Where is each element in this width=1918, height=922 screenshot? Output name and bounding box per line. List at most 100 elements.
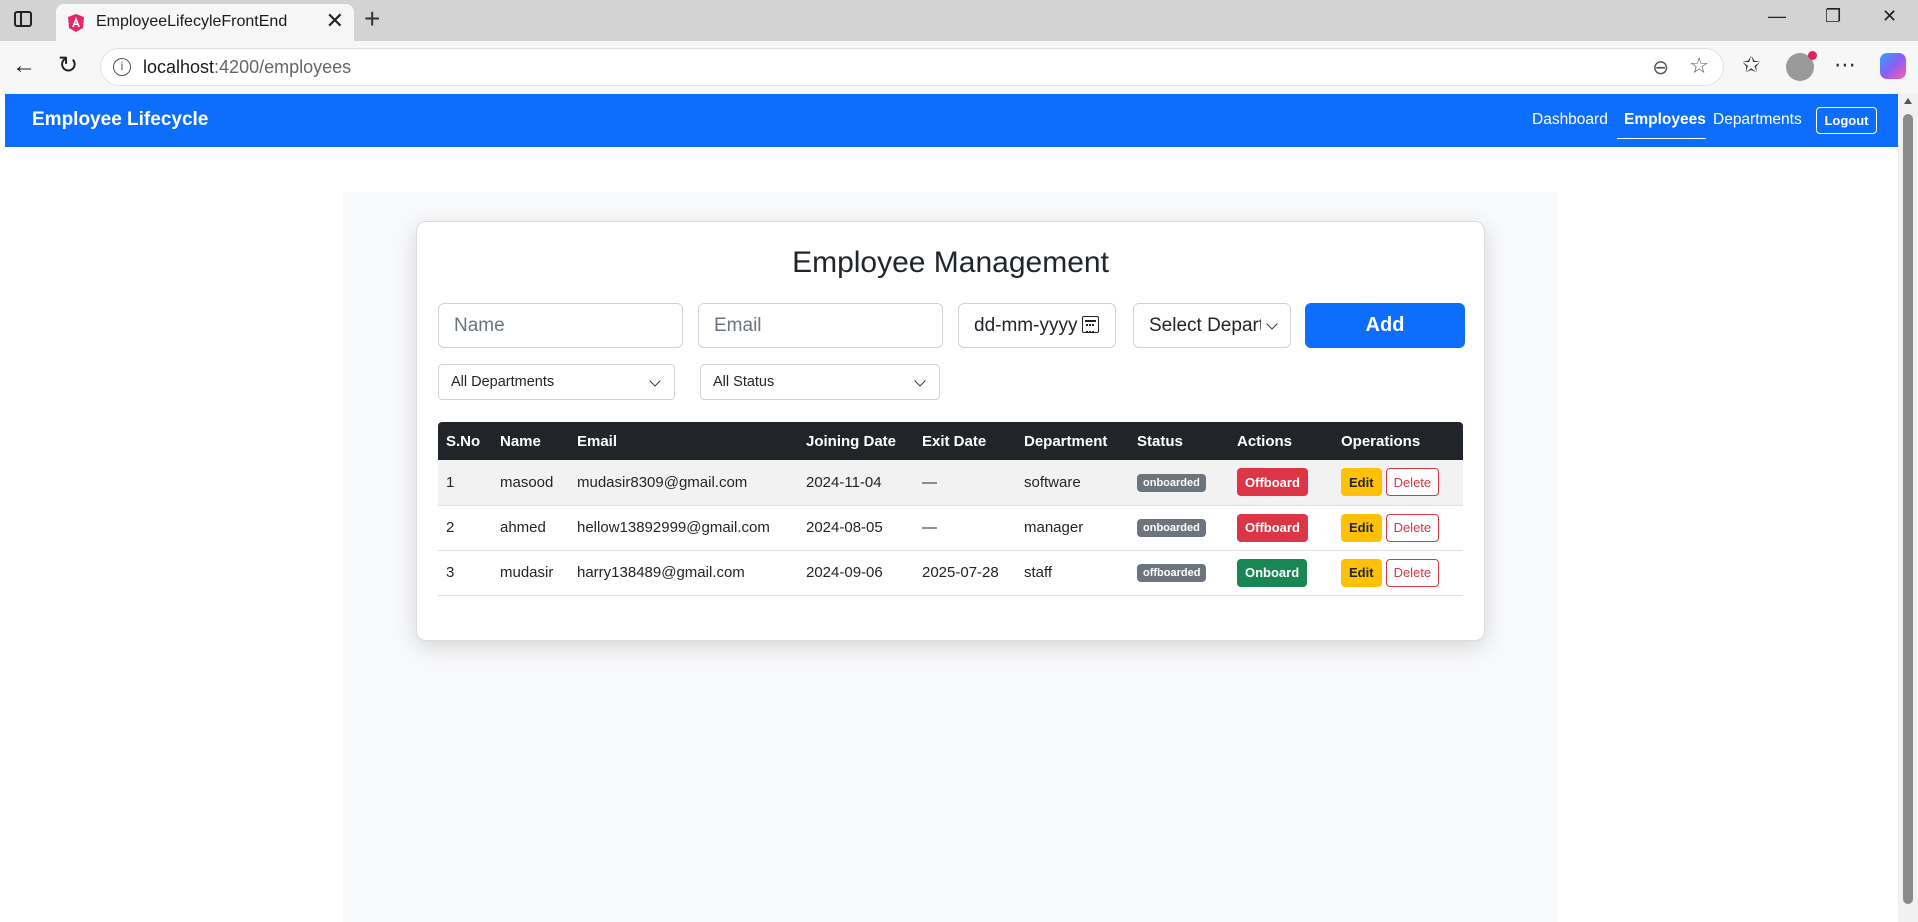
window-close-icon[interactable]: ✕: [1882, 6, 1897, 27]
status-badge: offboarded: [1137, 564, 1207, 582]
offboard-button[interactable]: Offboard: [1237, 513, 1308, 542]
operations-cell: Edit Delete: [1333, 460, 1463, 506]
scroll-up-icon[interactable]: [1904, 98, 1912, 104]
department-select[interactable]: Select Department: [1133, 303, 1291, 348]
employee-table: S.No Name Email Joining Date Exit Date D…: [438, 422, 1463, 596]
profile-avatar[interactable]: [1786, 51, 1817, 81]
department-cell: staff: [1016, 550, 1129, 596]
email-input[interactable]: [698, 303, 943, 348]
status-badge: onboarded: [1137, 473, 1206, 492]
operations-cell: Edit Delete: [1333, 505, 1463, 551]
department-cell: manager: [1016, 505, 1129, 551]
favorite-star-icon[interactable]: ☆: [1689, 53, 1709, 79]
url-field[interactable]: i localhost:4200/employees ⊖ ☆: [100, 48, 1724, 86]
name-cell: ahmed: [492, 505, 569, 551]
date-placeholder: dd-mm-yyyy: [974, 315, 1078, 336]
brand-title[interactable]: Employee Lifecycle: [32, 109, 208, 131]
table-row: 2 ahmed hellow13892999@gmail.com 2024-08…: [438, 505, 1463, 551]
chevron-down-icon: [1266, 318, 1278, 330]
top-navbar: Employee Lifecycle Dashboard Employees D…: [5, 94, 1898, 147]
calendar-icon[interactable]: [1082, 316, 1099, 333]
logout-button[interactable]: Logout: [1816, 107, 1877, 134]
table-row: 3 mudasir harry138489@gmail.com 2024-09-…: [438, 550, 1463, 596]
nav-link-departments[interactable]: Departments: [1713, 111, 1802, 129]
sidebar-toggle-icon[interactable]: [14, 11, 32, 27]
exit-date-cell: 2025-07-28: [914, 550, 1016, 596]
department-select-value: Select Department: [1149, 315, 1261, 336]
close-tab-icon[interactable]: ✕: [326, 9, 344, 33]
column-header: Operations: [1333, 422, 1463, 460]
nav-link-dashboard[interactable]: Dashboard: [1532, 111, 1608, 129]
operations-cell: Edit Delete: [1333, 550, 1463, 596]
back-icon[interactable]: ←: [12, 52, 36, 80]
column-header: Department: [1016, 422, 1129, 460]
email-cell: hellow13892999@gmail.com: [569, 505, 798, 551]
chevron-down-icon: [649, 375, 661, 387]
new-tab-icon[interactable]: +: [364, 4, 380, 34]
restore-icon[interactable]: ❐: [1825, 6, 1841, 27]
offboard-button[interactable]: Offboard: [1237, 468, 1308, 497]
favorites-icon[interactable]: ✩: [1742, 51, 1760, 79]
delete-button[interactable]: Delete: [1385, 513, 1440, 542]
department-filter-select[interactable]: All Departments: [438, 364, 675, 400]
url-text: localhost:4200/employees: [143, 57, 352, 77]
nav-link-employees[interactable]: Employees: [1624, 111, 1706, 129]
browser-tab-bar: EmployeeLifecyleFrontEnd ✕ + — ❐ ✕: [0, 0, 1918, 41]
department-cell: software: [1016, 460, 1129, 506]
column-header: Name: [492, 422, 569, 460]
email-cell: harry138489@gmail.com: [569, 550, 798, 596]
column-header: Actions: [1229, 422, 1333, 460]
edit-button[interactable]: Edit: [1341, 558, 1382, 587]
copilot-icon[interactable]: [1880, 53, 1906, 79]
browser-tab[interactable]: EmployeeLifecyleFrontEnd ✕: [56, 4, 354, 41]
page-scrollbar[interactable]: [1898, 94, 1918, 922]
more-options-icon[interactable]: ⋯: [1834, 51, 1856, 79]
name-input[interactable]: [438, 303, 683, 348]
site-info-icon[interactable]: i: [113, 58, 131, 76]
active-nav-underline: [1617, 138, 1706, 139]
address-bar-row: ← ↻ i localhost:4200/employees ⊖ ☆ ✩ ⋯: [0, 41, 1918, 94]
sno-cell: 3: [438, 550, 492, 596]
actions-cell: Onboard: [1229, 550, 1333, 596]
edit-button[interactable]: Edit: [1341, 468, 1382, 497]
department-filter-value: All Departments: [451, 374, 555, 390]
page-title: Employee Management: [792, 246, 1109, 279]
employee-management-card: Employee Management dd-mm-yyyy Select De…: [416, 221, 1485, 641]
name-cell: masood: [492, 460, 569, 506]
scrollbar-thumb[interactable]: [1903, 114, 1913, 904]
reload-icon[interactable]: ↻: [58, 52, 78, 80]
status-cell: onboarded: [1129, 460, 1229, 506]
status-cell: offboarded: [1129, 550, 1229, 596]
column-header: Exit Date: [914, 422, 1016, 460]
chevron-down-icon: [914, 375, 926, 387]
column-header: Email: [569, 422, 798, 460]
joining-date-cell: 2024-11-04: [798, 460, 914, 506]
status-filter-select[interactable]: All Status: [700, 364, 940, 400]
status-filter-value: All Status: [713, 374, 775, 390]
onboard-button[interactable]: Onboard: [1237, 558, 1308, 587]
angular-icon: [68, 14, 84, 32]
sno-cell: 1: [438, 460, 492, 506]
minimize-icon[interactable]: —: [1768, 6, 1786, 27]
tab-title: EmployeeLifecyleFrontEnd: [96, 13, 288, 30]
joining-date-input[interactable]: dd-mm-yyyy: [958, 303, 1116, 348]
name-cell: mudasir: [492, 550, 569, 596]
joining-date-cell: 2024-08-05: [798, 505, 914, 551]
status-badge: onboarded: [1137, 519, 1206, 537]
actions-cell: Offboard: [1229, 460, 1333, 506]
column-header: Status: [1129, 422, 1229, 460]
column-header: Joining Date: [798, 422, 914, 460]
add-button[interactable]: Add: [1305, 303, 1465, 348]
delete-button[interactable]: Delete: [1385, 558, 1440, 587]
joining-date-cell: 2024-09-06: [798, 550, 914, 596]
page-viewport: Employee Lifecycle Dashboard Employees D…: [0, 94, 1898, 922]
exit-date-cell: —: [914, 505, 1016, 551]
edit-button[interactable]: Edit: [1341, 513, 1382, 542]
delete-button[interactable]: Delete: [1385, 468, 1440, 497]
status-cell: onboarded: [1129, 505, 1229, 551]
exit-date-cell: —: [914, 460, 1016, 506]
email-cell: mudasir8309@gmail.com: [569, 460, 798, 506]
sno-cell: 2: [438, 505, 492, 551]
zoom-icon[interactable]: ⊖: [1652, 55, 1669, 80]
actions-cell: Offboard: [1229, 505, 1333, 551]
